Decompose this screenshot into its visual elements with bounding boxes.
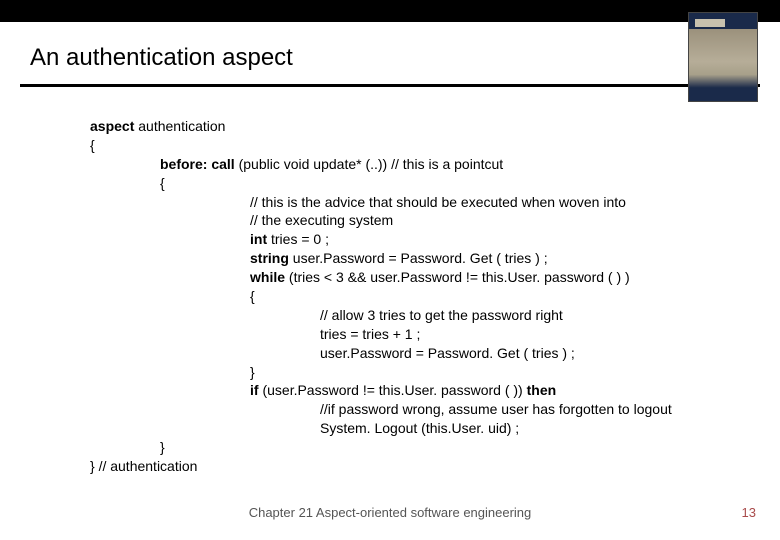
footer: Chapter 21 Aspect-oriented software engi… — [0, 505, 780, 520]
code-line: // the executing system — [90, 211, 780, 230]
code-line: int tries = 0 ; — [90, 230, 780, 249]
code-content: aspect authentication { before: call (pu… — [0, 87, 780, 476]
code-line: //if password wrong, assume user has for… — [90, 400, 780, 419]
code-line: aspect authentication — [90, 117, 780, 136]
code-line: // allow 3 tries to get the password rig… — [90, 306, 780, 325]
page-number: 13 — [742, 505, 756, 520]
code-line: before: call (public void update* (..)) … — [90, 155, 780, 174]
code-line: if (user.Password != this.User. password… — [90, 381, 780, 400]
footer-text: Chapter 21 Aspect-oriented software engi… — [0, 505, 780, 520]
code-line: tries = tries + 1 ; — [90, 325, 780, 344]
code-line: string user.Password = Password. Get ( t… — [90, 249, 780, 268]
slide-title: An authentication aspect — [0, 22, 780, 84]
code-line: } — [90, 363, 780, 382]
code-line: { — [90, 174, 780, 193]
code-line: { — [90, 287, 780, 306]
top-black-bar — [0, 0, 780, 22]
book-cover-image — [688, 12, 758, 102]
code-line: { — [90, 136, 780, 155]
code-line: } // authentication — [90, 457, 780, 476]
code-line: System. Logout (this.User. uid) ; — [90, 419, 780, 438]
code-line: user.Password = Password. Get ( tries ) … — [90, 344, 780, 363]
code-line: while (tries < 3 && user.Password != thi… — [90, 268, 780, 287]
code-line: } — [90, 438, 780, 457]
code-line: // this is the advice that should be exe… — [90, 193, 780, 212]
